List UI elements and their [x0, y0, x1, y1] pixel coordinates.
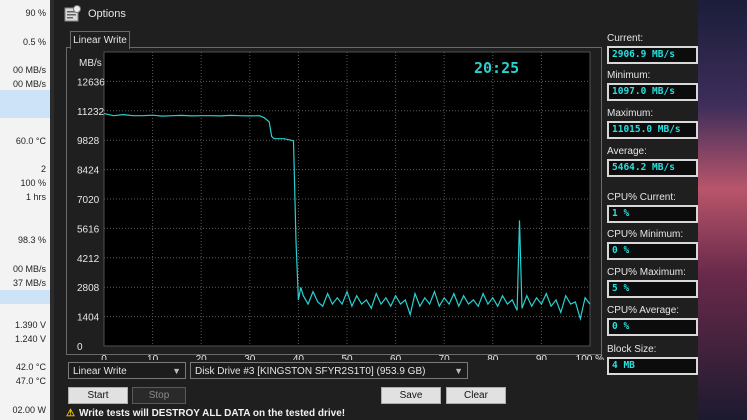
start-button[interactable]: Start: [68, 387, 128, 404]
sensor-value: 1.240 V: [14, 334, 46, 344]
cpu-current-value: 1 %: [607, 205, 698, 223]
x-tick-label: 0: [101, 354, 107, 360]
background-sensor-panel: 90 % 0.5 % 00 MB/s 00 MB/s 60.0 °C 2 100…: [0, 0, 50, 420]
average-value: 5464.2 MB/s: [607, 159, 698, 177]
y-axis-ticks: 0 1404 2808 4212 5616 7020 8424 9828 11232 12636: [77, 77, 105, 353]
y-tick-label: 12636: [77, 77, 105, 88]
cpu-maximum-value: 5 %: [607, 280, 698, 298]
y-tick-label: 8424: [77, 166, 100, 177]
warning-icon: ⚠: [66, 408, 75, 419]
write-speed-chart: 014042808421256167020842498281123212636 …: [77, 51, 604, 360]
cpu-minimum-label: CPU% Minimum:: [607, 229, 684, 240]
cpu-minimum-value: 0 %: [607, 242, 698, 260]
x-tick-label: 60: [390, 354, 402, 360]
cpu-maximum-label: CPU% Maximum:: [607, 267, 686, 278]
chevron-down-icon: ▼: [172, 366, 181, 376]
minimum-value: 1097.0 MB/s: [607, 83, 698, 101]
desktop-wallpaper: [698, 0, 747, 420]
test-type-value: Linear Write: [73, 366, 127, 377]
current-label: Current:: [607, 33, 644, 44]
sensor-value: 42.0 °C: [15, 362, 46, 372]
x-tick-label: 20: [196, 354, 208, 360]
data-loss-warning: ⚠ Write tests will DESTROY ALL DATA on th…: [66, 408, 345, 419]
y-tick-label: 7020: [77, 195, 100, 206]
minimum-label: Minimum:: [607, 70, 651, 81]
cpu-average-label: CPU% Average:: [607, 305, 680, 316]
sensor-value: 02.00 W: [12, 405, 46, 415]
current-value: 2906.9 MB/s: [607, 46, 698, 64]
x-axis-ticks: 0 10 20 30 40 50 60 70 80 90 100 %: [101, 354, 604, 360]
maximum-value: 11015.0 MB/s: [607, 121, 698, 139]
y-tick-label: 1404: [77, 313, 100, 324]
x-tick-label: 90: [536, 354, 548, 360]
sensor-value: 00 MB/s: [12, 79, 46, 89]
x-tick-label: 100 %: [576, 354, 604, 360]
sensor-value: 2: [40, 164, 46, 174]
y-tick-label: 5616: [77, 224, 100, 235]
y-tick-label: 2808: [77, 283, 100, 294]
sensor-value: 1.390 V: [14, 320, 46, 330]
sensor-value: 60.0 °C: [15, 136, 46, 146]
sensor-value: 37 MB/s: [12, 278, 46, 288]
maximum-label: Maximum:: [607, 108, 654, 119]
clear-button[interactable]: Clear: [446, 387, 506, 404]
drive-select[interactable]: Disk Drive #3 [KINGSTON SFYR2S1T0] (953.…: [190, 362, 468, 379]
block-size-value: 4 MB: [607, 357, 698, 375]
y-unit-label: MB/s: [79, 58, 102, 69]
x-tick-label: 80: [487, 354, 499, 360]
options-window: Options Linear Write 0 1404 2808 4212 5616 70…: [54, 0, 698, 420]
x-tick-label: 70: [439, 354, 451, 360]
test-type-select[interactable]: Linear Write ▼: [68, 362, 186, 379]
average-label: Average:: [607, 146, 647, 157]
sensor-value: 1 hrs: [25, 192, 46, 202]
sensor-value: 47.0 °C: [15, 376, 46, 386]
y-tick-label: 0: [77, 342, 83, 353]
sensor-value: 100 %: [20, 178, 46, 188]
x-tick-label: 30: [244, 354, 256, 360]
y-tick-label: 11232: [77, 107, 105, 118]
tab-linear-write[interactable]: Linear Write: [70, 31, 130, 49]
selected-row-band: [0, 90, 50, 118]
x-tick-label: 10: [147, 354, 159, 360]
elapsed-time: 20:25: [474, 59, 519, 77]
block-size-label: Block Size:: [607, 344, 657, 355]
x-tick-label: 40: [293, 354, 305, 360]
stop-button[interactable]: Stop: [132, 387, 186, 404]
sensor-value: 00 MB/s: [12, 65, 46, 75]
sensor-value: 90 %: [25, 8, 46, 18]
cpu-current-label: CPU% Current:: [607, 192, 676, 203]
x-tick-label: 50: [341, 354, 353, 360]
sensor-value: 0.5 %: [22, 37, 46, 47]
cpu-average-value: 0 %: [607, 318, 698, 336]
sensor-value: 98.3 %: [17, 235, 46, 245]
warning-text: Write tests will DESTROY ALL DATA on the…: [78, 408, 346, 419]
y-tick-label: 4212: [77, 254, 100, 265]
selected-row-band: [0, 290, 50, 304]
sensor-value: 00 MB/s: [12, 264, 46, 274]
chevron-down-icon: ▼: [454, 366, 463, 376]
save-button[interactable]: Save: [381, 387, 441, 404]
drive-value: Disk Drive #3 [KINGSTON SFYR2S1T0] (953.…: [195, 366, 426, 377]
y-tick-label: 9828: [77, 136, 100, 147]
